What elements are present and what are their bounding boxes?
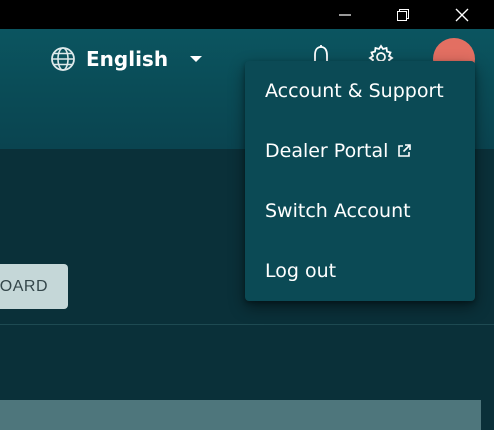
close-window-button[interactable]	[439, 0, 485, 29]
content-divider	[0, 324, 494, 325]
dashboard-button-label: OARD	[0, 277, 48, 295]
menu-item-log-out[interactable]: Log out	[265, 256, 336, 286]
restore-button[interactable]	[380, 0, 426, 29]
menu-item-label: Dealer Portal	[265, 140, 389, 162]
menu-item-label: Switch Account	[265, 200, 411, 222]
globe-icon	[51, 47, 75, 71]
language-selector[interactable]: English	[50, 44, 203, 74]
caret-down-icon	[190, 56, 203, 62]
dashboard-button[interactable]: OARD	[0, 264, 68, 309]
close-icon	[455, 8, 469, 21]
menu-item-account-support[interactable]: Account & Support	[265, 76, 444, 106]
menu-item-label: Log out	[265, 260, 337, 282]
menu-item-switch-account[interactable]: Switch Account	[265, 196, 411, 226]
restore-icon	[397, 8, 409, 21]
user-menu-dropdown: Account & Support Dealer Portal Switch A…	[245, 61, 475, 301]
language-label: English	[86, 47, 169, 71]
menu-item-label: Account & Support	[265, 80, 444, 102]
menu-item-dealer-portal[interactable]: Dealer Portal	[265, 136, 412, 166]
external-link-icon	[396, 143, 412, 159]
bottom-panel	[0, 400, 481, 430]
minimize-icon	[339, 13, 351, 16]
minimize-button[interactable]	[322, 0, 368, 29]
window-titlebar	[0, 0, 494, 29]
